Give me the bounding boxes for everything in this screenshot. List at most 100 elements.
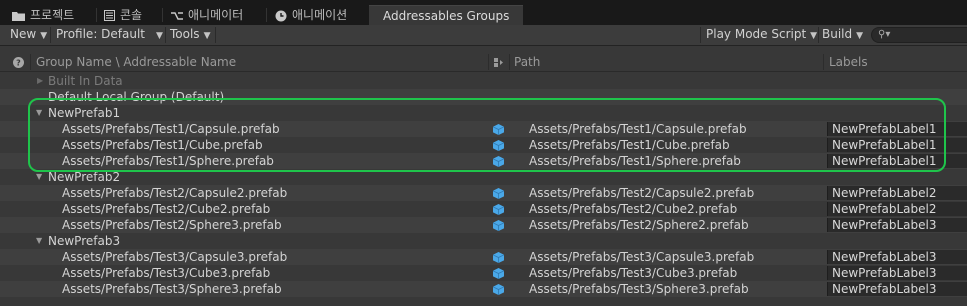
chevron-down-icon: ▼ [40, 31, 48, 41]
entry-name: Assets/Prefabs/Test1/Cube.prefab [62, 138, 263, 152]
group-row[interactable]: ▶ Built In Data [0, 73, 967, 89]
entry-row[interactable]: Assets/Prefabs/Test2/Sphere3.prefab Asse… [0, 217, 967, 233]
entry-row[interactable]: Assets/Prefabs/Test3/Cube3.prefab Assets… [0, 265, 967, 281]
group-name: Built In Data [48, 74, 123, 88]
entry-label[interactable]: NewPrefabLabel3 [827, 218, 967, 232]
entry-name: Assets/Prefabs/Test3/Capsule3.prefab [62, 250, 288, 264]
entry-label[interactable]: NewPrefabLabel1 [827, 154, 967, 168]
window-tab-bar: 프로젝트 콘솔 애니메이터 애니메이션 Addressables Groups [0, 0, 967, 26]
entry-label[interactable]: NewPrefabLabel1 [827, 138, 967, 152]
entry-path: Assets/Prefabs/Test3/Cube3.prefab [529, 266, 738, 280]
new-label: New [10, 27, 37, 41]
chevron-down-icon: ▼ [810, 31, 818, 41]
group-row[interactable]: ▼ NewPrefab2 [0, 169, 967, 185]
prefab-icon [493, 124, 504, 135]
entry-path: Assets/Prefabs/Test3/Capsule3.prefab [529, 250, 755, 264]
group-row[interactable]: ▼ NewPrefab1 [0, 105, 967, 121]
collapse-arrow-icon[interactable]: ▼ [36, 169, 42, 185]
tab-addressables-groups[interactable]: Addressables Groups [369, 5, 524, 26]
entry-path: Assets/Prefabs/Test3/Sphere3.prefab [529, 282, 749, 296]
prefab-icon [493, 188, 504, 199]
group-name: NewPrefab1 [48, 106, 121, 120]
help-icon[interactable]: ? [13, 57, 24, 68]
group-name: NewPrefab3 [48, 234, 121, 248]
prefab-icon [493, 252, 504, 263]
prefab-icon [493, 268, 504, 279]
entry-label[interactable]: NewPrefabLabel2 [827, 186, 967, 200]
entry-path: Assets/Prefabs/Test1/Sphere.prefab [529, 154, 741, 168]
animation-clock-icon [275, 10, 287, 21]
entry-name: Assets/Prefabs/Test2/Sphere3.prefab [62, 218, 282, 232]
search-icon: ⚲▾ [878, 29, 891, 40]
collapse-arrow-icon[interactable]: ▼ [36, 105, 42, 121]
entry-name: Assets/Prefabs/Test1/Sphere.prefab [62, 154, 274, 168]
build-label: Build [822, 27, 853, 41]
entry-name: Assets/Prefabs/Test1/Capsule.prefab [62, 122, 280, 136]
tab-label: 콘솔 [120, 8, 143, 22]
chevron-down-icon: ▼ [156, 31, 163, 41]
prefab-icon [493, 220, 504, 231]
entry-row[interactable]: Assets/Prefabs/Test2/Capsule2.prefab Ass… [0, 185, 967, 201]
folder-icon [12, 11, 25, 21]
entry-path: Assets/Prefabs/Test2/Capsule2.prefab [529, 186, 755, 200]
tab-console[interactable]: 콘솔 [104, 5, 142, 25]
chevron-down-icon: ▼ [856, 31, 864, 41]
collapse-arrow-icon[interactable]: ▼ [36, 233, 42, 249]
tab-animation[interactable]: 애니메이션 [275, 5, 347, 25]
entry-path: Assets/Prefabs/Test1/Capsule.prefab [529, 122, 747, 136]
console-icon [104, 10, 115, 21]
tab-label: 애니메이션 [292, 8, 348, 22]
entry-name: Assets/Prefabs/Test2/Cube2.prefab [62, 202, 271, 216]
svg-text:?: ? [16, 59, 21, 68]
tab-label: 프로젝트 [30, 8, 75, 22]
tab-animator[interactable]: 애니메이터 [171, 5, 243, 25]
column-name-header[interactable]: Group Name \ Addressable Name [36, 53, 236, 71]
column-path-header[interactable]: Path [514, 53, 540, 71]
tab-label: 애니메이터 [188, 8, 244, 22]
entry-row[interactable]: Assets/Prefabs/Test1/Sphere.prefab Asset… [0, 153, 967, 169]
group-row[interactable]: ▼ NewPrefab3 [0, 233, 967, 249]
entry-path: Assets/Prefabs/Test2/Sphere2.prefab [529, 218, 749, 232]
group-row[interactable]: Default Local Group (Default) [0, 89, 967, 105]
group-name: Default Local Group (Default) [48, 90, 225, 104]
group-name: NewPrefab2 [48, 170, 121, 184]
profile-label: Profile: Default [56, 27, 146, 41]
build-dropdown[interactable]: Build ▼ [822, 25, 863, 45]
tab-project[interactable]: 프로젝트 [12, 5, 74, 25]
entry-row[interactable]: Assets/Prefabs/Test3/Sphere3.prefab Asse… [0, 281, 967, 297]
groups-tree: ▶ Built In Data Default Local Group (Def… [0, 73, 967, 297]
prefab-icon [493, 140, 504, 151]
prefab-icon [493, 156, 504, 167]
entry-name: Assets/Prefabs/Test3/Sphere3.prefab [62, 282, 282, 296]
entry-path: Assets/Prefabs/Test2/Cube2.prefab [529, 202, 738, 216]
column-labels-header[interactable]: Labels [829, 53, 868, 71]
entry-name: Assets/Prefabs/Test3/Cube3.prefab [62, 266, 271, 280]
play-mode-script-dropdown[interactable]: Play Mode Script ▼ [706, 25, 817, 45]
entry-row[interactable]: Assets/Prefabs/Test1/Cube.prefab Assets/… [0, 137, 967, 153]
play-mode-label: Play Mode Script [706, 27, 807, 41]
prefab-icon [493, 204, 504, 215]
entry-name: Assets/Prefabs/Test2/Capsule2.prefab [62, 186, 288, 200]
entry-label[interactable]: NewPrefabLabel3 [827, 266, 967, 280]
entry-row[interactable]: Assets/Prefabs/Test1/Capsule.prefab Asse… [0, 121, 967, 137]
tools-dropdown[interactable]: Tools ▼ [170, 25, 210, 45]
entry-row[interactable]: Assets/Prefabs/Test3/Capsule3.prefab Ass… [0, 249, 967, 265]
prefab-icon [493, 284, 504, 295]
tools-label: Tools [170, 27, 200, 41]
chevron-down-icon: ▼ [203, 31, 211, 41]
search-input[interactable]: ⚲▾ [871, 27, 967, 43]
entry-label[interactable]: NewPrefabLabel3 [827, 250, 967, 264]
new-dropdown[interactable]: New ▼ [10, 25, 47, 45]
expand-arrow-icon[interactable]: ▶ [37, 73, 43, 89]
entry-row[interactable]: Assets/Prefabs/Test2/Cube2.prefab Assets… [0, 201, 967, 217]
entry-label[interactable]: NewPrefabLabel2 [827, 202, 967, 216]
entry-label[interactable]: NewPrefabLabel3 [827, 282, 967, 296]
toolbar: New ▼ Profile: Default ▼ Tools ▼ Play Mode … [0, 25, 967, 46]
asset-type-icon [494, 58, 503, 67]
tab-label: Addressables Groups [383, 9, 510, 23]
column-header: ? Group Name \ Addressable Name Path Lab… [0, 53, 967, 72]
entry-path: Assets/Prefabs/Test1/Cube.prefab [529, 138, 730, 152]
entry-label[interactable]: NewPrefabLabel1 [827, 122, 967, 136]
animator-icon [171, 11, 183, 20]
profile-dropdown[interactable]: Profile: Default ▼ [56, 25, 163, 45]
